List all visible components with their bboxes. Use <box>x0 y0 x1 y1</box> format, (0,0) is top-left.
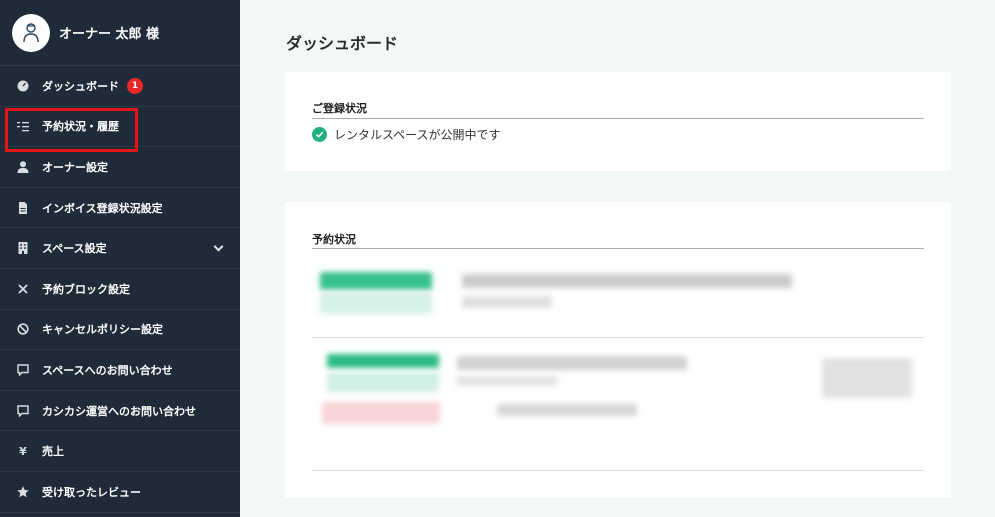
gauge-icon <box>17 80 29 92</box>
registration-heading: ご登録状況 <box>312 102 367 115</box>
heading-divider <box>312 118 924 119</box>
sidebar-item-sales[interactable]: ¥ 売上 <box>0 431 240 472</box>
reservation-heading: 予約状況 <box>312 233 356 246</box>
sidebar-item-reservations[interactable]: 予約状況・履歴 <box>0 107 240 148</box>
sidebar: オーナー 太郎 様 ダッシュボード 1 予約状況・履歴 オーナー設定 インボイス… <box>0 0 240 517</box>
sidebar-item-space-inquiry[interactable]: スペースへのお問い合わせ <box>0 350 240 391</box>
building-icon <box>17 242 29 255</box>
sidebar-item-owner-settings[interactable]: オーナー設定 <box>0 147 240 188</box>
reservation-divider <box>312 470 924 471</box>
reservation-item[interactable] <box>312 266 924 326</box>
sidebar-item-cancel-policy[interactable]: キャンセルポリシー設定 <box>0 310 240 351</box>
sidebar-item-label: キャンセルポリシー設定 <box>42 323 163 337</box>
chat-icon <box>17 364 29 376</box>
owner-illustration-icon <box>23 22 39 42</box>
sidebar-item-label: 受け取ったレビュー <box>42 485 141 499</box>
document-icon <box>17 201 29 214</box>
reservation-divider <box>312 337 924 338</box>
sidebar-item-kashikashi-inquiry[interactable]: カシカシ運営へのお問い合わせ <box>0 391 240 432</box>
yen-icon: ¥ <box>19 444 27 458</box>
sidebar-item-label: オーナー設定 <box>42 160 108 174</box>
user-icon <box>17 161 29 173</box>
ban-icon <box>17 323 29 335</box>
status-sublabel-blurred <box>320 292 432 314</box>
heading-divider <box>312 248 924 249</box>
registration-status-text: レンタルスペースが公開中です <box>334 128 501 142</box>
sidebar-item-label: 予約ブロック設定 <box>42 282 130 296</box>
sidebar-header: オーナー 太郎 様 <box>0 0 240 66</box>
sidebar-item-label: スペースへのお問い合わせ <box>42 363 173 377</box>
star-icon <box>17 486 29 498</box>
reservation-contact-blurred <box>497 404 637 416</box>
sidebar-item-label: 予約状況・履歴 <box>42 120 119 134</box>
sidebar-item-block-settings[interactable]: 予約ブロック設定 <box>0 269 240 310</box>
sidebar-item-label: ダッシュボード <box>42 79 119 93</box>
x-icon <box>17 283 29 295</box>
chat-icon <box>17 404 29 417</box>
sidebar-item-dashboard[interactable]: ダッシュボード 1 <box>0 66 240 107</box>
sidebar-item-label: スペース設定 <box>42 242 107 256</box>
page-title: ダッシュボード <box>286 34 399 53</box>
check-circle-icon <box>312 127 327 142</box>
list-check-icon <box>17 120 29 132</box>
reservation-title-blurred <box>462 274 792 288</box>
reservation-price-blurred <box>822 358 912 398</box>
avatar[interactable] <box>12 13 50 52</box>
reservation-item[interactable] <box>312 350 924 440</box>
sidebar-item-label: インボイス登録状況設定 <box>42 201 163 215</box>
registration-status-card: ご登録状況 レンタルスペースが公開中です <box>285 72 951 171</box>
chevron-down-icon[interactable] <box>213 241 224 252</box>
reservation-title-blurred <box>457 356 687 370</box>
notification-badge: 1 <box>127 77 143 94</box>
reservation-detail-blurred <box>457 376 557 386</box>
status-sublabel-blurred <box>327 372 439 392</box>
cancel-label-blurred <box>322 402 440 424</box>
status-label-blurred <box>327 354 439 368</box>
sidebar-item-invoice[interactable]: インボイス登録状況設定 <box>0 188 240 229</box>
sidebar-item-label: カシカシ運営へのお問い合わせ <box>42 404 196 418</box>
main-content: ダッシュボード ご登録状況 レンタルスペースが公開中です 予約状況 <box>240 0 995 517</box>
owner-name: オーナー 太郎 様 <box>59 27 160 42</box>
registration-status: レンタルスペースが公開中です <box>312 126 501 143</box>
sidebar-item-space-settings[interactable]: スペース設定 <box>0 228 240 269</box>
sidebar-item-reviews[interactable]: 受け取ったレビュー <box>0 472 240 513</box>
status-label-blurred <box>320 272 432 290</box>
sidebar-item-label: 売上 <box>42 445 64 459</box>
reservation-detail-blurred <box>462 296 552 308</box>
reservation-status-card: 予約状況 <box>285 202 951 498</box>
